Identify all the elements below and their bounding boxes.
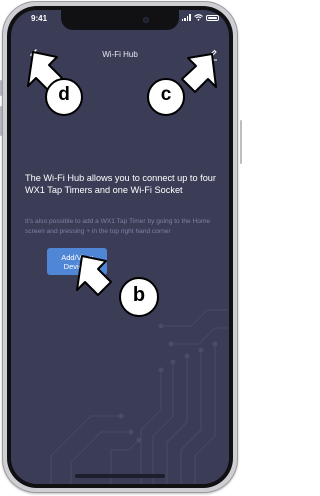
add-view-devices-label-line1: Add/View [61,252,93,262]
phone-bezel: 9:41 Wi-Fi Hub The Wi-Fi Hub allows you … [7,6,233,488]
front-camera [143,17,149,23]
pencil-icon [207,49,217,61]
side-button-right [240,120,242,164]
hub-description: The Wi-Fi Hub allows you to connect up t… [25,173,216,195]
battery-icon [206,14,219,21]
callout-b-letter: b [132,284,146,306]
page-title: Wi-Fi Hub [102,50,138,59]
callout-c-letter: c [160,84,172,105]
add-view-devices-button[interactable]: Add/View Devices [47,248,107,275]
home-indicator [75,474,165,478]
phone-notch [61,10,179,30]
add-view-devices-label-line2: Devices [63,261,91,271]
cellular-signal-icon [181,14,191,21]
app-screen: 9:41 Wi-Fi Hub The Wi-Fi Hub allows you … [11,10,229,484]
circuit-background [50,309,229,484]
wifi-icon [194,14,203,21]
edit-button[interactable] [205,47,219,61]
callout-d-letter: d [58,84,70,105]
hub-hint: It's also possible to add a WX1 Tap Time… [25,218,211,235]
phone-frame: 9:41 Wi-Fi Hub The Wi-Fi Hub allows you … [2,1,238,493]
status-icons [181,14,219,21]
status-time: 9:41 [31,14,48,23]
